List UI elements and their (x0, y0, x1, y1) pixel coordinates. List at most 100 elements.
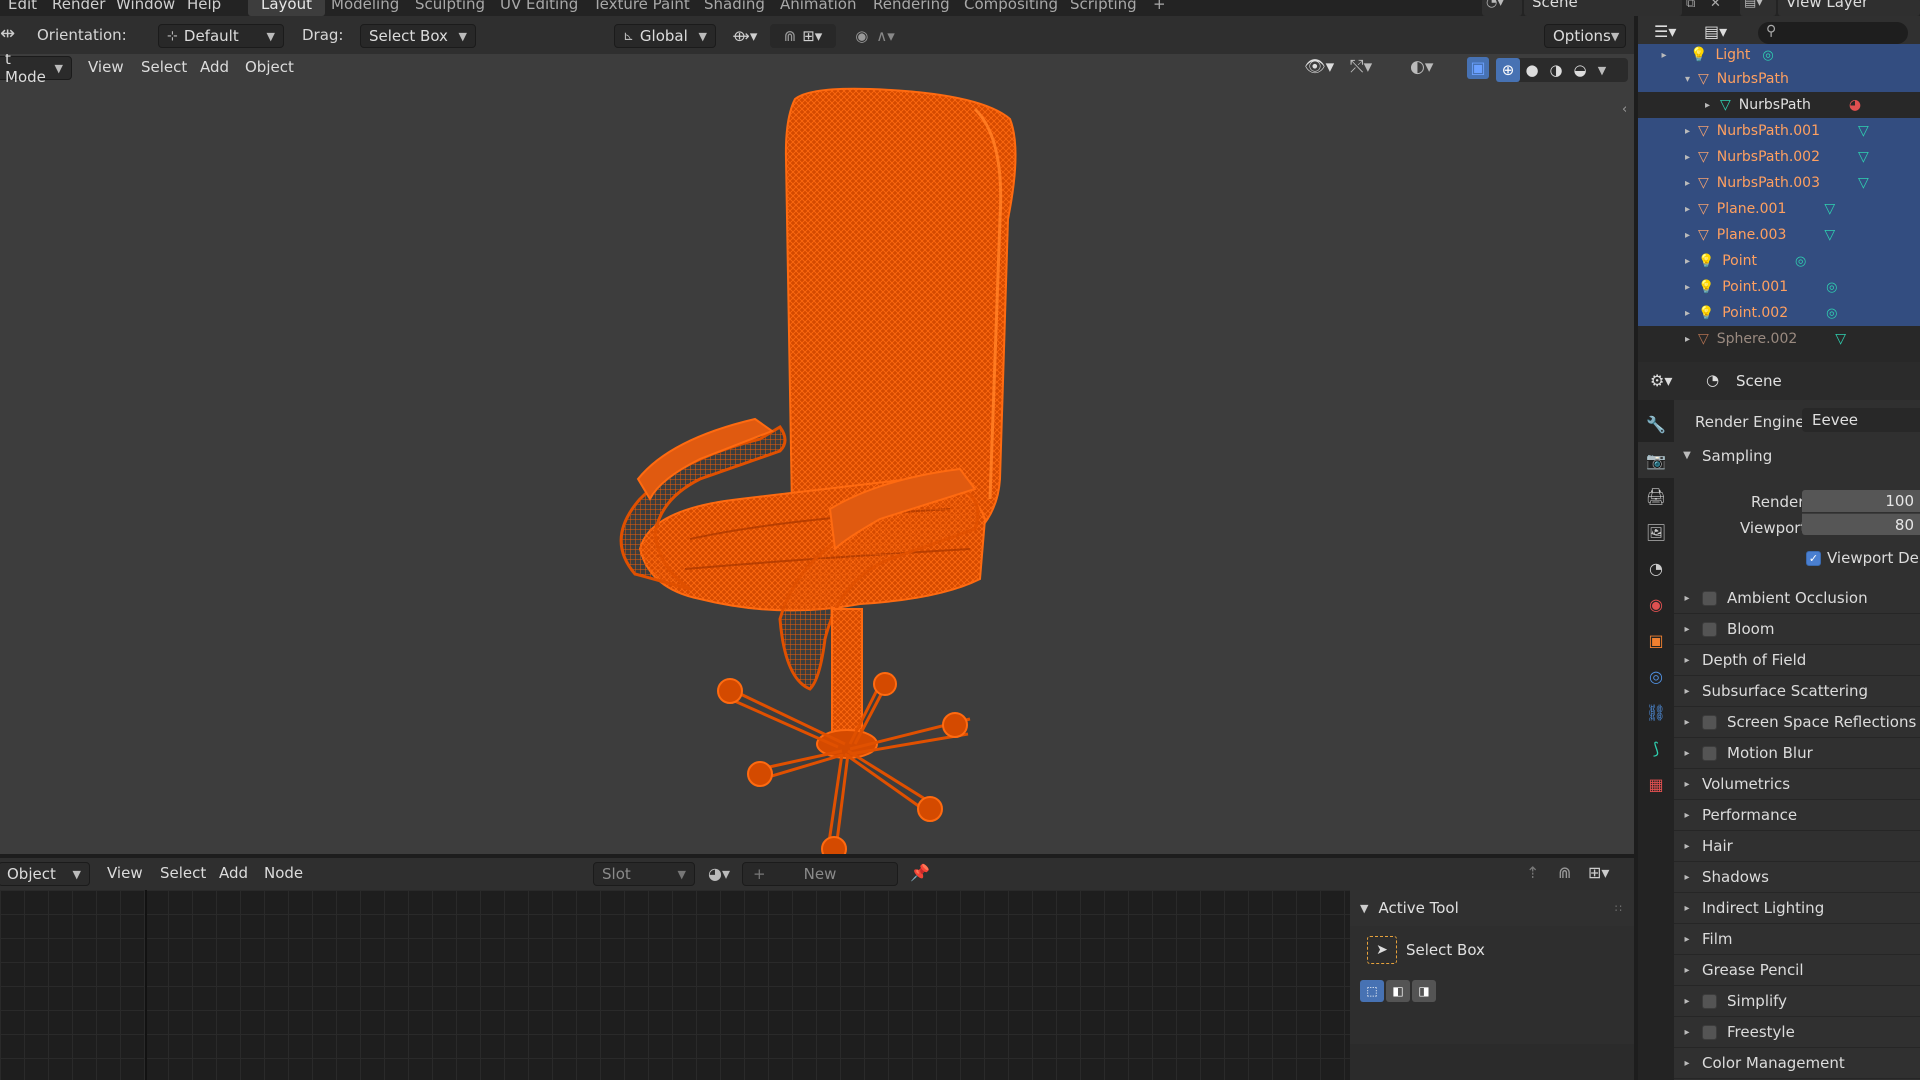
expand-triangle-icon[interactable]: ▸ (1638, 256, 1690, 267)
expand-triangle-icon[interactable]: ▸ (1638, 334, 1690, 345)
outliner-row-point[interactable]: ▸ 💡 Point ◎ (1638, 248, 1920, 274)
node-grid-icon[interactable]: ⊞▾ (1588, 863, 1609, 882)
panel-depth-of-field[interactable]: ▸ Depth of Field (1674, 645, 1920, 676)
chevron-down-icon[interactable]: ▼ (1592, 64, 1612, 77)
shader-menu-node[interactable]: Node (264, 864, 303, 882)
snap-node-icon[interactable]: ⋒ (1558, 863, 1571, 882)
outliner-row-nurbspath-001[interactable]: ▸ ▽ NurbsPath.001 ▽ (1638, 118, 1920, 144)
outliner-row-nurbspath-002[interactable]: ▸ ▽ NurbsPath.002 ▽ (1638, 144, 1920, 170)
viewport-denoise-checkbox[interactable]: ✓ Viewport Deno (1806, 549, 1920, 567)
panel-simplify[interactable]: ▸ Simplify (1674, 986, 1920, 1017)
wireframe-shading-icon[interactable]: ⊕ (1496, 58, 1520, 82)
expand-triangle-icon[interactable]: ▸ (1638, 126, 1690, 137)
drag-handle-icon[interactable]: ∷ (1615, 902, 1622, 915)
viewport-menu-add[interactable]: Add (200, 58, 229, 76)
outliner-row-point-001[interactable]: ▸ 💡 Point.001 ◎ (1638, 274, 1920, 300)
new-scene-icon[interactable]: ⧉ (1686, 0, 1695, 11)
material-tab[interactable]: ▦ (1638, 766, 1674, 802)
material-browse-icon[interactable]: ◕▾ (708, 864, 730, 883)
visibility-eye-icon[interactable]: 👁▾ (1304, 57, 1334, 77)
snap-button[interactable]: ⋒ ⊞▾ (770, 24, 836, 48)
active-tool-header[interactable]: ▼ Active Tool ∷ (1350, 890, 1634, 926)
constraints-tab[interactable]: ⛓ (1638, 694, 1674, 730)
office-chair-wireframe[interactable] (580, 79, 1040, 854)
tab-layout[interactable]: Layout (248, 0, 325, 16)
node-editor-canvas[interactable] (0, 890, 1350, 1080)
panel-enable-checkbox[interactable] (1702, 993, 1717, 1009)
outliner-row-plane-003[interactable]: ▸ ▽ Plane.003 ▽ (1638, 222, 1920, 248)
object-tab[interactable]: ▣ (1638, 622, 1674, 658)
sidebar-toggle-icon[interactable]: ‹ (1622, 102, 1627, 117)
panel-bloom[interactable]: ▸ Bloom (1674, 614, 1920, 645)
outliner-search-field[interactable]: ⚲ (1758, 22, 1908, 44)
slot-dropdown[interactable]: Slot ▼ (593, 862, 695, 886)
tool-tab[interactable]: 🔧 (1638, 406, 1674, 442)
tab-uv-editing[interactable]: UV Editing (487, 0, 591, 16)
panel-shadows[interactable]: ▸ Shadows (1674, 862, 1920, 893)
new-material-button[interactable]: + New (742, 862, 898, 886)
drag-dropdown[interactable]: Select Box ▼ (360, 24, 476, 48)
viewport-menu-object[interactable]: Object (245, 58, 294, 76)
viewport-menu-view[interactable]: View (88, 58, 124, 76)
tab-texture-paint[interactable]: Texture Paint (580, 0, 703, 16)
expand-triangle-icon[interactable]: ▸ (1638, 100, 1710, 111)
gizmo-icon[interactable]: ⤲▾ (1350, 57, 1372, 77)
outliner-editor-type-icon[interactable]: ☰▾ (1654, 22, 1676, 41)
outliner-row-nurbspath[interactable]: ▾ ▽ NurbsPath (1638, 66, 1920, 92)
outliner-row-light[interactable]: ▸ 💡 Light ◎ (1638, 44, 1920, 66)
view-layer-tab[interactable]: 🖼 (1638, 514, 1674, 550)
render-engine-dropdown[interactable]: Eevee (1802, 408, 1920, 432)
panel-enable-checkbox[interactable] (1702, 1024, 1717, 1040)
outliner-row-point-002[interactable]: ▸ 💡 Point.002 ◎ (1638, 300, 1920, 326)
panel-subsurface-scattering[interactable]: ▸ Subsurface Scattering (1674, 676, 1920, 707)
expand-triangle-icon[interactable]: ▸ (1638, 308, 1690, 319)
panel-volumetrics[interactable]: ▸ Volumetrics (1674, 769, 1920, 800)
material-shading-icon[interactable]: ◑ (1544, 61, 1568, 79)
shader-menu-add[interactable]: Add (219, 864, 248, 882)
menu-render[interactable]: Render (52, 0, 105, 13)
expand-triangle-icon[interactable]: ▸ (1638, 204, 1690, 215)
view-layer-selector-button[interactable]: ▤▾ (1740, 0, 1776, 16)
panel-screen-space-reflections[interactable]: ▸ Screen Space Reflections (1674, 707, 1920, 738)
extend-selection-icon[interactable]: ◧ (1386, 980, 1410, 1002)
view-layer-name-field[interactable]: View Layer (1778, 0, 1920, 16)
tab-animation[interactable]: Animation (767, 0, 869, 16)
rendered-shading-icon[interactable]: ◒ (1568, 61, 1592, 79)
expand-triangle-icon[interactable]: ▸ (1638, 50, 1690, 61)
expand-triangle-icon[interactable]: ▸ (1638, 152, 1690, 163)
data-tab[interactable]: ⟆ (1638, 730, 1674, 766)
tab-rendering[interactable]: Rendering (860, 0, 963, 16)
orientation-dropdown[interactable]: ⊹ Default ▼ (158, 24, 284, 48)
xray-icon[interactable]: ▣ (1467, 57, 1489, 79)
display-mode-icon[interactable]: ▤▾ (1704, 22, 1727, 41)
scene-selector-button[interactable]: ◔▾ (1482, 0, 1522, 16)
scene-name-field[interactable]: Scene (1524, 0, 1682, 16)
render-tab[interactable]: 📷 (1638, 442, 1674, 478)
transform-orientation-dropdown[interactable]: ⊾ Global ▼ (614, 24, 716, 48)
outliner-row-nurbspath-data[interactable]: ▸ ▽ NurbsPath ◕ (1638, 92, 1920, 118)
overlay-icon[interactable]: ◐▾ (1410, 57, 1433, 77)
delete-scene-icon[interactable]: ✕ (1710, 0, 1721, 11)
collapse-triangle-icon[interactable]: ▾ (1638, 74, 1690, 85)
render-samples-field[interactable]: 100 (1802, 490, 1920, 512)
interaction-mode-dropdown[interactable]: t Mode ▼ (0, 54, 72, 86)
panel-enable-checkbox[interactable] (1702, 621, 1717, 637)
menu-help[interactable]: Help (187, 0, 221, 13)
add-workspace-button[interactable]: + (1140, 0, 1179, 16)
subtract-selection-icon[interactable]: ◨ (1412, 980, 1436, 1002)
pivot-point-button[interactable]: ⟴▾ (726, 24, 764, 48)
panel-enable-checkbox[interactable] (1702, 714, 1717, 730)
panel-grease-pencil[interactable]: ▸ Grease Pencil (1674, 955, 1920, 986)
shader-menu-view[interactable]: View (107, 864, 143, 882)
tab-scripting[interactable]: Scripting (1057, 0, 1150, 16)
set-selection-icon[interactable]: ⬚ (1360, 980, 1384, 1002)
parent-node-icon[interactable]: ⇡ (1526, 863, 1539, 882)
panel-hair[interactable]: ▸ Hair (1674, 831, 1920, 862)
panel-indirect-lighting[interactable]: ▸ Indirect Lighting (1674, 893, 1920, 924)
select-box-tool-icon[interactable]: ➤ (1367, 936, 1397, 964)
world-tab[interactable]: ◉ (1638, 586, 1674, 622)
solid-shading-icon[interactable]: ● (1520, 61, 1544, 79)
expand-triangle-icon[interactable]: ▸ (1638, 230, 1690, 241)
panel-color-management[interactable]: ▸ Color Management (1674, 1048, 1920, 1079)
select-tool-icon[interactable]: ⇹ (0, 23, 15, 44)
